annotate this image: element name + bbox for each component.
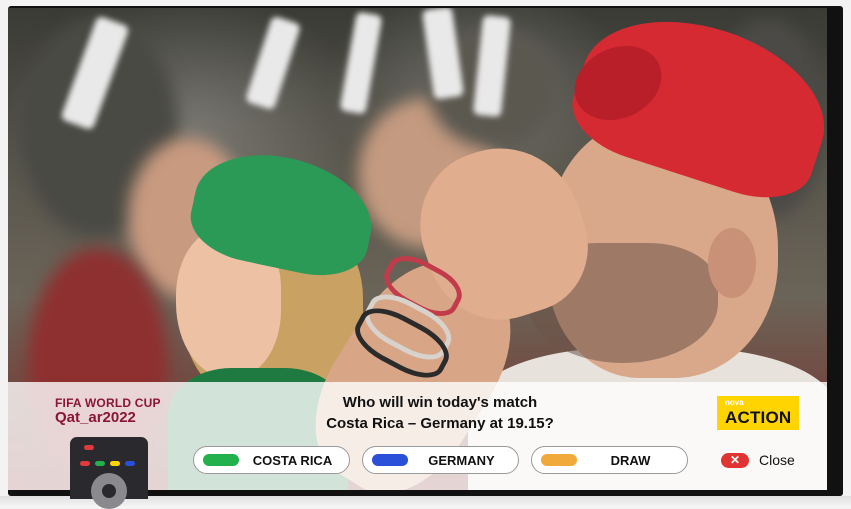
green-key-icon (203, 454, 239, 466)
remote-control-icon (70, 437, 148, 509)
question-line-1: Who will win today's match (342, 394, 538, 411)
nova-action-logo: nova ACTION (717, 396, 799, 430)
crowd-flag (244, 15, 302, 111)
option-label: DRAW (610, 453, 651, 468)
option-draw-button[interactable]: DRAW (531, 446, 688, 474)
channel-small-text: nova (725, 398, 744, 407)
logo-line-1: FIFA WORLD CUP (55, 396, 161, 410)
x-icon: ✕ (721, 453, 749, 468)
remote-power-key (84, 445, 94, 450)
option-germany-button[interactable]: GERMANY (362, 446, 519, 474)
crowd-flag (339, 11, 383, 115)
option-label: COSTA RICA (252, 453, 333, 468)
remote-red-key (80, 461, 90, 466)
man-ear (708, 228, 756, 298)
remote-green-key (95, 461, 105, 466)
remote-blue-key (125, 461, 135, 466)
yellow-key-icon (541, 454, 577, 466)
close-label: Close (759, 452, 795, 468)
remote-dpad (91, 473, 127, 509)
channel-big-text: ACTION (725, 408, 792, 427)
remote-yellow-key (110, 461, 120, 466)
fifa-world-cup-logo: FIFA WORLD CUP Qat_ar2022 (55, 397, 161, 425)
poll-question: Who will win today's match Costa Rica – … (290, 392, 590, 434)
option-costa-rica-button[interactable]: COSTA RICA (193, 446, 350, 474)
logo-line-2: Qat_ar2022 (55, 409, 136, 426)
blue-key-icon (372, 454, 408, 466)
option-label: GERMANY (428, 453, 495, 468)
question-line-2: Costa Rica – Germany at 19.15? (326, 415, 554, 432)
